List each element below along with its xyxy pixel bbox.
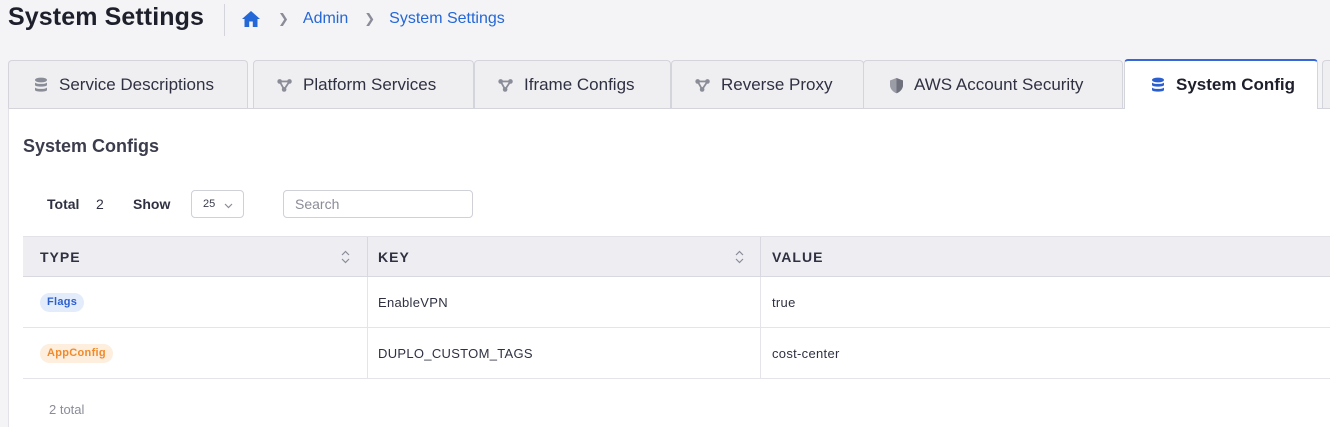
total-value: 2 bbox=[96, 196, 104, 212]
breadcrumb-system-settings[interactable]: System Settings bbox=[389, 10, 505, 28]
tab-aws-account-security[interactable]: AWS Account Security bbox=[863, 60, 1123, 109]
column-divider bbox=[367, 277, 368, 327]
tab-bar: Service Descriptions Platform Services I… bbox=[8, 59, 1330, 109]
tab-overflow[interactable] bbox=[1322, 60, 1330, 109]
tab-label: Iframe Configs bbox=[524, 75, 635, 94]
table-header: TYPE KEY VALUE bbox=[23, 236, 1330, 277]
tab-label: System Config bbox=[1176, 75, 1296, 94]
column-header-type[interactable]: TYPE bbox=[40, 237, 81, 277]
column-header-value[interactable]: VALUE bbox=[772, 237, 823, 277]
type-cell: Flags bbox=[40, 277, 85, 327]
breadcrumb-admin[interactable]: Admin bbox=[303, 10, 348, 28]
breadcrumb: ❯ Admin ❯ System Settings bbox=[240, 8, 505, 30]
key-cell: DUPLO_CUSTOM_TAGS bbox=[378, 345, 533, 361]
show-label: Show bbox=[133, 196, 171, 212]
nodes-icon bbox=[277, 77, 293, 93]
total-label: Total bbox=[47, 196, 80, 212]
tab-system-config[interactable]: System Config bbox=[1124, 59, 1318, 109]
table-row[interactable]: Flags EnableVPN true bbox=[23, 277, 1330, 328]
header-divider bbox=[224, 4, 225, 36]
column-divider bbox=[367, 237, 368, 277]
database-icon bbox=[1150, 77, 1166, 93]
chevron-right-icon: ❯ bbox=[364, 11, 376, 26]
page-header: System Settings ❯ Admin ❯ System Setting… bbox=[0, 0, 1330, 40]
key-cell: EnableVPN bbox=[378, 294, 448, 310]
tab-label: Reverse Proxy bbox=[721, 75, 833, 94]
shield-icon bbox=[888, 77, 904, 93]
type-badge: AppConfig bbox=[40, 343, 113, 363]
footer-total: 2 total bbox=[49, 402, 85, 417]
search-input[interactable] bbox=[283, 190, 473, 218]
value-cell: true bbox=[772, 294, 796, 310]
home-icon[interactable] bbox=[240, 8, 262, 30]
column-divider bbox=[760, 328, 761, 378]
database-icon bbox=[33, 77, 49, 93]
table-row[interactable]: AppConfig DUPLO_CUSTOM_TAGS cost-center bbox=[23, 328, 1330, 379]
page-size-select[interactable]: 25 bbox=[191, 190, 244, 218]
column-divider bbox=[760, 237, 761, 277]
value-cell: cost-center bbox=[772, 345, 840, 361]
tab-label: Platform Services bbox=[303, 75, 437, 94]
column-header-key[interactable]: KEY bbox=[378, 237, 410, 277]
column-divider bbox=[760, 277, 761, 327]
tab-reverse-proxy[interactable]: Reverse Proxy bbox=[671, 60, 864, 109]
section-title: System Configs bbox=[23, 136, 160, 156]
chevron-down-icon bbox=[224, 200, 233, 212]
chevron-right-icon: ❯ bbox=[278, 11, 289, 26]
tab-platform-services[interactable]: Platform Services bbox=[253, 60, 474, 109]
tab-label: Service Descriptions bbox=[59, 75, 214, 94]
page-size-value: 25 bbox=[203, 198, 216, 210]
sort-icon[interactable] bbox=[341, 250, 350, 269]
nodes-icon bbox=[695, 77, 711, 93]
nodes-icon bbox=[498, 77, 514, 93]
tab-service-descriptions[interactable]: Service Descriptions bbox=[8, 60, 248, 109]
tab-iframe-configs[interactable]: Iframe Configs bbox=[474, 60, 671, 109]
column-divider bbox=[367, 328, 368, 378]
page-title: System Settings bbox=[8, 3, 205, 31]
tab-label: AWS Account Security bbox=[914, 75, 1084, 94]
type-badge: Flags bbox=[40, 292, 85, 312]
type-cell: AppConfig bbox=[40, 328, 113, 378]
sort-icon[interactable] bbox=[735, 250, 744, 269]
